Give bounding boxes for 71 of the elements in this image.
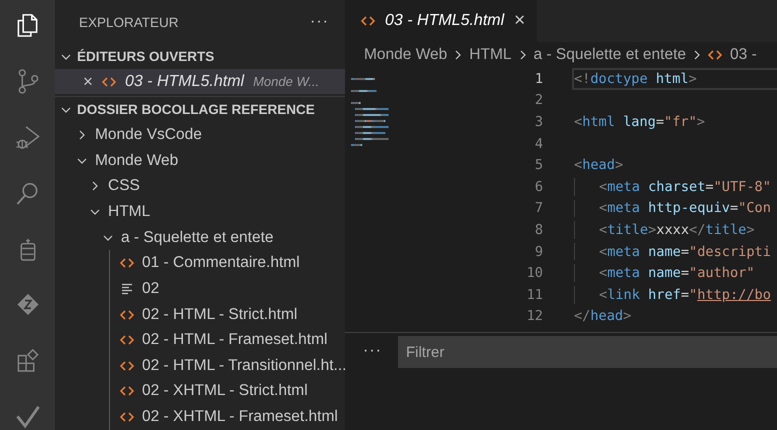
file-item[interactable]: 01 - Commentaire.html [55,250,345,276]
line-number: 10 [526,265,543,282]
section-header[interactable]: DOSSIER BOCOLLAGE REFERENCE [55,96,345,122]
text-file-icon [120,282,134,295]
line-number: 7 [534,200,543,216]
code-file-icon [120,334,134,346]
folder-item[interactable]: CSS [55,173,345,200]
sidebar-title: EXPLORATEUR [79,14,179,30]
file-item[interactable]: 02 - XHTML - Frameset.html [55,404,345,430]
chevron-right-icon [77,130,87,140]
code-line: </head> [574,308,632,324]
folder-item[interactable]: HTML [55,199,345,225]
filter-field[interactable]: Filtrer [398,336,777,368]
code-line: <meta name="descripti [599,244,771,260]
more-button[interactable]: ··· [306,13,333,31]
code-file-icon [120,257,134,270]
line-number: 2 [534,92,543,108]
line-number: 1 [534,70,543,87]
chevron-down-icon [90,206,100,217]
play-bug-icon[interactable] [14,124,42,151]
file-item[interactable]: 02 - XHTML - Strict.html [55,378,345,404]
file-item[interactable]: 02 - HTML - Transitionnel.ht... [55,353,345,379]
chevron-right-icon [518,50,528,60]
close-icon[interactable]: × [83,72,93,92]
code-file-icon [361,15,375,27]
code-line: <title>xxxx</title> [599,222,755,238]
code-file-icon [120,360,134,372]
file-item[interactable]: 02 - HTML - Strict.html [55,302,345,328]
line-number: 4 [534,136,543,152]
code-line: <link href="http://bo [599,286,771,303]
editor-tab[interactable]: 03 - HTML5.html × [345,0,538,42]
code-line: <html lang="fr"> [574,114,705,130]
minimap-drawing [351,78,389,146]
code-line: <!doctype html> [574,70,697,87]
chevron-right-icon [453,50,464,60]
line-number: 11 [526,286,543,303]
folder-item[interactable]: Monde Web [55,148,345,174]
file-item[interactable]: 02 [55,276,345,302]
chevron-right-icon [692,50,702,60]
check-icon[interactable] [14,403,42,430]
chevron-right-icon [90,181,100,192]
line-number: 8 [534,222,543,238]
breadcrumb[interactable]: a - Squelette et entete [534,46,686,64]
code-line: <meta charset="UTF-8" [599,178,771,195]
breadcrumb[interactable]: Monde Web [364,46,448,64]
line-number: 6 [534,178,543,195]
line-number: 3 [534,114,543,130]
chevron-down-icon [103,232,113,243]
chevron-down-icon [77,156,87,166]
code-line: <head> [574,157,624,174]
code-file-icon [102,76,116,88]
close-icon[interactable]: × [514,10,526,32]
code-file-icon [120,385,134,398]
section-header[interactable]: ÉDITEURS OUVERTS [55,44,345,69]
chevron-down-icon [61,52,71,62]
code-file-icon [708,49,722,61]
code-file-icon [120,411,134,424]
file-item[interactable]: 02 - HTML - Frameset.html [55,327,345,353]
open-editor-item[interactable]: × 03 - HTML5.html Monde W... [55,69,345,94]
more-button[interactable]: ··· [359,342,386,360]
chevron-down-icon [61,104,71,115]
line-number: 12 [526,308,543,324]
breadcrumb[interactable]: HTML [469,46,512,64]
folder-item[interactable]: Monde VsCode [55,122,345,148]
code-line: <meta name="author" [599,265,755,282]
code-line: <meta http-equiv="Con [599,200,771,216]
folder-item[interactable]: a - Squelette et entete [55,224,345,250]
breadcrumb[interactable]: 03 - [708,46,757,64]
line-number: 5 [534,157,543,174]
code-file-icon [120,308,134,321]
line-number: 9 [534,244,543,260]
